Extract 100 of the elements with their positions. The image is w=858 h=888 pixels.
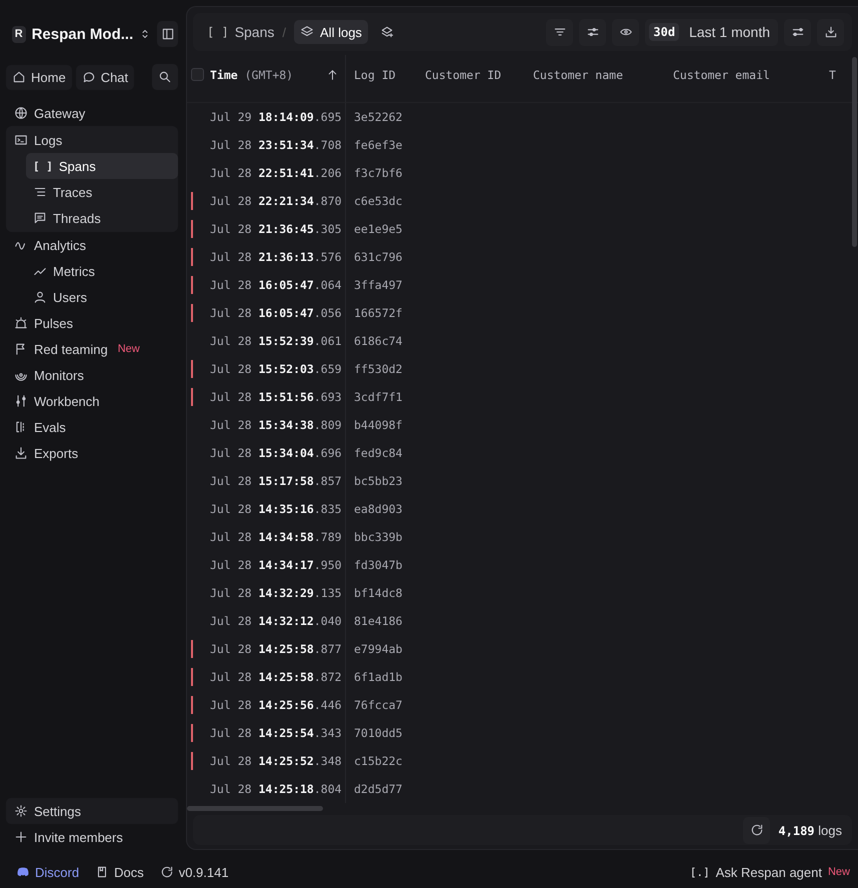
sliders-icon bbox=[586, 25, 600, 39]
adjust-button[interactable] bbox=[579, 18, 606, 46]
filter-button[interactable] bbox=[546, 18, 574, 46]
sidebar-item[interactable]: Monitors bbox=[6, 362, 178, 388]
home-icon bbox=[12, 70, 26, 84]
sidebar-subitem[interactable]: Metrics bbox=[26, 258, 178, 284]
sidebar-toggle-button[interactable] bbox=[157, 21, 178, 47]
horizontal-scrollbar[interactable] bbox=[187, 806, 323, 811]
view-tab[interactable]: All logs bbox=[294, 20, 368, 44]
refresh-icon bbox=[160, 865, 174, 879]
sidebar-subitem[interactable]: Traces bbox=[26, 179, 178, 205]
table-cell: Jul 28 14:25:56.446 bbox=[210, 698, 342, 712]
ask-agent-link[interactable]: Ask Respan agent bbox=[716, 864, 822, 880]
nav-button[interactable]: Home bbox=[6, 64, 72, 90]
siren-icon bbox=[14, 316, 28, 330]
settings-icon bbox=[14, 804, 28, 818]
footer-link[interactable]: Docs bbox=[95, 864, 144, 880]
table-cell: Jul 28 22:21:34.870 bbox=[210, 194, 342, 208]
sidebar-item[interactable]: Gateway bbox=[6, 100, 178, 126]
download-icon bbox=[824, 25, 838, 39]
sidebar-subitem[interactable]: Users bbox=[26, 284, 178, 310]
sidebar-item[interactable]: Pulses bbox=[6, 310, 178, 336]
table-cell: Jul 28 14:25:52.348 bbox=[210, 754, 342, 768]
table-cell: 3cdf7f1 bbox=[354, 390, 402, 404]
log-count: 4,189 logs bbox=[778, 822, 842, 838]
table-cell: 81e4186 bbox=[354, 614, 402, 628]
table-cell: Jul 28 23:51:34.708 bbox=[210, 138, 342, 152]
table-cell: Jul 28 21:36:13.576 bbox=[210, 250, 342, 264]
terminal-icon bbox=[14, 133, 28, 147]
layers-icon bbox=[300, 25, 314, 39]
breadcrumb-link[interactable]: Spans bbox=[234, 24, 274, 40]
column-header[interactable]: Customer email bbox=[673, 68, 770, 82]
sidebar-item[interactable]: Evals bbox=[6, 414, 178, 440]
table-cell: Jul 28 22:51:41.206 bbox=[210, 166, 342, 180]
table-cell: Jul 28 14:25:58.877 bbox=[210, 642, 342, 656]
sidebar-item[interactable]: Red teaming New bbox=[6, 336, 178, 362]
nav-button[interactable]: Chat bbox=[76, 64, 134, 90]
search-icon bbox=[158, 70, 172, 84]
column-header[interactable]: Time (GMT+8) bbox=[210, 68, 294, 82]
game-controller-icon bbox=[16, 865, 30, 879]
sidebar-item[interactable]: Invite members bbox=[6, 824, 178, 850]
breadcrumb-separator: / bbox=[282, 24, 286, 40]
table-cell: Jul 28 15:34:38.809 bbox=[210, 418, 342, 432]
table-cell: 3ffa497 bbox=[354, 278, 402, 292]
download-button[interactable] bbox=[817, 18, 844, 46]
user-icon bbox=[33, 290, 47, 304]
table-cell: Jul 29 18:14:09.695 bbox=[210, 110, 342, 124]
table-cell: Jul 28 14:34:17.950 bbox=[210, 558, 342, 572]
message-icon bbox=[33, 211, 47, 225]
table-cell: 7010dd5 bbox=[354, 726, 402, 740]
column-header[interactable]: Customer ID bbox=[425, 68, 502, 82]
sidebar-subitem[interactable]: [ ] Spans bbox=[26, 153, 178, 179]
sliders-icon bbox=[14, 394, 28, 408]
table-cell: Jul 28 15:52:03.659 bbox=[210, 362, 342, 376]
chat-bubble-icon bbox=[82, 70, 96, 84]
table-cell: bbc339b bbox=[354, 530, 402, 544]
sidebar-item[interactable]: Logs bbox=[6, 127, 178, 153]
column-header[interactable]: T bbox=[829, 68, 836, 82]
table-cell: Jul 28 21:36:45.305 bbox=[210, 222, 342, 236]
table-cell: d2d5d77 bbox=[354, 782, 402, 796]
sidebar-item[interactable]: Analytics bbox=[6, 232, 178, 258]
settings-toggle-button[interactable] bbox=[784, 18, 811, 46]
table-cell: c6e53dc bbox=[354, 194, 402, 208]
view-button[interactable] bbox=[612, 18, 640, 46]
download-icon bbox=[14, 446, 28, 460]
table-cell: Jul 28 15:34:04.696 bbox=[210, 446, 342, 460]
table-cell: ea8d903 bbox=[354, 502, 402, 516]
select-all-checkbox[interactable] bbox=[191, 68, 204, 81]
list-icon bbox=[33, 185, 47, 199]
search-button[interactable] bbox=[152, 64, 178, 90]
refresh-button[interactable] bbox=[743, 816, 770, 844]
table-cell: c15b22c bbox=[354, 754, 402, 768]
table-cell: f3c7bf6 bbox=[354, 166, 402, 180]
column-header[interactable]: Customer name bbox=[533, 68, 624, 82]
agent-icon: [.] bbox=[690, 866, 710, 878]
new-label: New bbox=[828, 866, 850, 878]
sidebar-item[interactable]: Workbench bbox=[6, 388, 178, 414]
table-cell: fe6ef3e bbox=[354, 138, 402, 152]
sidebar-subitem[interactable]: Threads bbox=[26, 205, 178, 231]
toggles-icon bbox=[790, 25, 804, 39]
footer-link[interactable]: v0.9.141 bbox=[160, 864, 229, 880]
column-header[interactable]: Log ID bbox=[354, 68, 396, 82]
time-range-button[interactable]: 30d Last 1 month bbox=[645, 18, 778, 46]
workspace-name[interactable]: Respan Mod... bbox=[32, 26, 134, 42]
footer-link[interactable]: Discord bbox=[16, 864, 80, 880]
vertical-scrollbar[interactable] bbox=[852, 57, 857, 247]
table-cell: b44098f bbox=[354, 418, 402, 432]
table-cell: 6f1ad1b bbox=[354, 670, 402, 684]
table-cell: 76fcca7 bbox=[354, 698, 402, 712]
table-cell: 166572f bbox=[354, 306, 402, 320]
workspace-avatar: R bbox=[12, 26, 26, 42]
table-cell: bf14dc8 bbox=[354, 586, 402, 600]
table-cell: Jul 28 14:34:58.789 bbox=[210, 530, 342, 544]
brackets-icon: [ ] bbox=[207, 25, 229, 39]
sidebar-item[interactable]: Settings bbox=[6, 798, 178, 824]
table-cell: Jul 28 14:25:58.872 bbox=[210, 670, 342, 684]
sort-arrow-icon[interactable] bbox=[326, 68, 339, 82]
table-cell: Jul 28 15:51:56.693 bbox=[210, 390, 342, 404]
sidebar-item[interactable]: Exports bbox=[6, 440, 178, 466]
table-cell: Jul 28 14:32:12.040 bbox=[210, 614, 342, 628]
